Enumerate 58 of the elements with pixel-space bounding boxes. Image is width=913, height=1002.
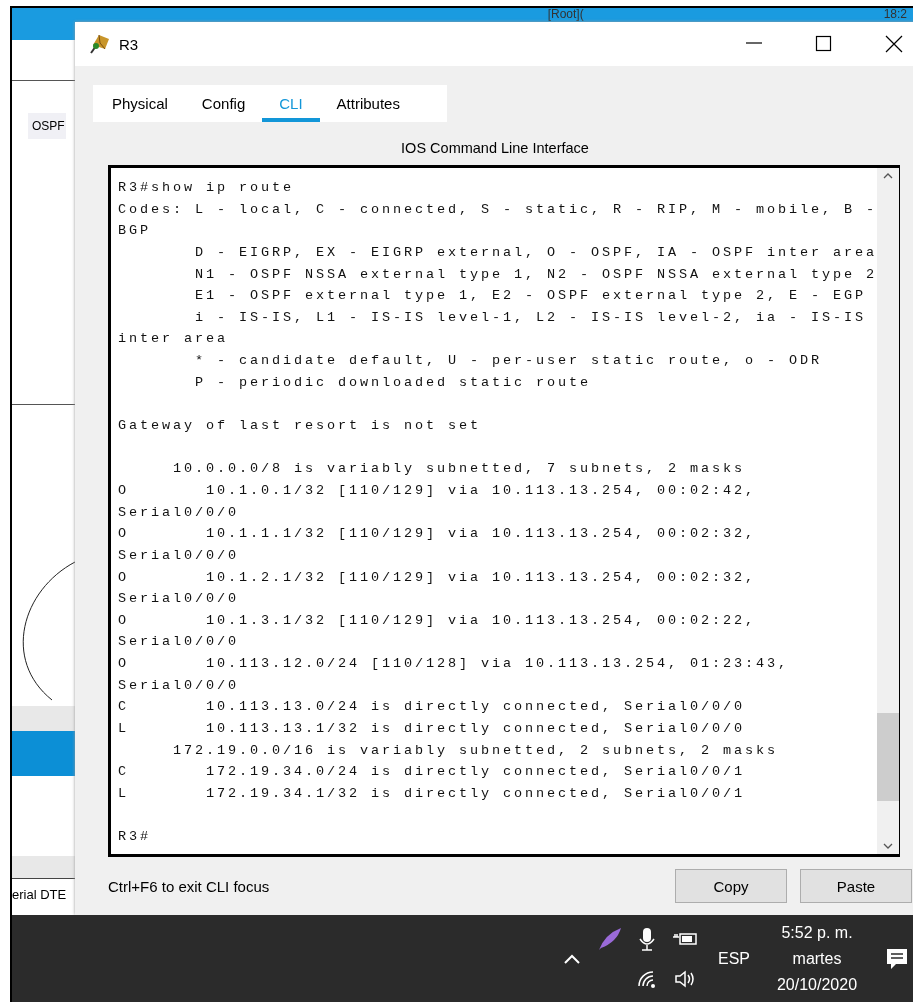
tab[interactable]: Attributes [319,85,417,122]
scrollbar[interactable] [877,168,900,854]
speaker-icon[interactable] [674,969,696,988]
terminal-line: Serial0/0/0 [118,633,240,652]
terminal-line: Gateway of last resort is not set [118,417,483,436]
terminal-line: 10.0.0.0/8 is variably subnetted, 7 subnets, 2 masks [172,460,747,479]
terminal-line: Serial0/0/0 [118,676,240,695]
close-icon[interactable] [885,35,903,53]
feather-icon[interactable] [597,925,623,952]
terminal-line: R3#show ip route [118,179,296,197]
bar-clock: 18:2 [883,8,907,23]
panel-label: OSPF [28,113,66,139]
terminal-line: O 10.1.2.1/32 [110/129] via 10.113.13.254, 00:02:32, [118,568,758,587]
focus-hint: Ctrl+F6 to exit CLI focus [108,877,271,895]
tab[interactable]: Physical [95,85,185,122]
window-title: R3 [119,35,140,53]
tab[interactable]: Config [184,85,263,122]
terminal-line: Serial0/0/0 [118,546,240,565]
terminal-line: Serial0/0/0 [118,503,240,522]
terminal-line: 172.19.0.0/16 is variably subnetted, 2 subnets, 2 masks [172,741,780,760]
terminal-line: N1 - OSPF NSSA external type 1, N2 - OSPF NSSA external type 2 [194,265,878,284]
clock-time[interactable]: 5:52 p. m. [781,923,853,942]
terminal-line: D - EIGRP, EX - EIGRP external, O - OSPF, IA - OSPF inter area [194,243,878,262]
terminal-line: i - IS-IS, L1 - IS-IS level-1, L2 - IS-IS level-2, ia - IS-IS [194,308,868,327]
terminal-line: O 10.113.12.0/24 [110/128] via 10.113.13.254, 01:23:43, [118,655,791,674]
scrollbar-thumb[interactable] [877,713,900,801]
router-icon [89,33,111,55]
cli-button[interactable]: Paste [800,869,912,903]
terminal-line: inter area [118,330,229,349]
cli-button[interactable]: Copy [675,869,787,903]
scroll-up-icon[interactable] [883,172,894,179]
terminal-line: * - candidate default, U - per-user static route, o - ODR [194,352,824,371]
terminal-line: O 10.1.1.1/32 [110/129] via 10.113.13.254, 00:02:32, [118,525,758,544]
terminal-line: O 10.1.0.1/32 [110/129] via 10.113.13.254, 00:02:42, [118,481,758,500]
notification-icon[interactable] [886,947,908,970]
bar-text: [Root]( [547,8,584,23]
microphone-icon[interactable] [639,926,655,951]
terminal-line: Serial0/0/0 [118,590,240,609]
clock-day[interactable]: martes [792,949,842,968]
terminal-line: E1 - OSPF external type 1, E2 - OSPF external type 2, E - EGP [194,287,868,306]
terminal-line: C 172.19.34.0/24 is directly connected, Serial0/0/1 [118,763,747,782]
clock-date[interactable]: 20/10/2020 [776,975,858,994]
maximize-icon[interactable] [815,35,833,53]
terminal-line: P - periodic downloaded static route [194,373,593,392]
port-label: erial DTE [12,887,68,902]
terminal-line: L 172.19.34.1/32 is directly connected, Serial0/0/1 [118,784,747,803]
language-indicator[interactable]: ESP [718,949,750,968]
wifi-icon[interactable] [637,969,657,988]
terminal-line: L 10.113.13.1/32 is directly connected, Serial0/0/0 [118,720,747,738]
terminal-line: C 10.113.13.0/24 is directly connected, Serial0/0/0 [118,698,747,717]
terminal-line: O 10.1.3.1/32 [110/129] via 10.113.13.254, 00:02:22, [118,611,758,630]
selected-strip [12,731,75,776]
terminal-line: BGP [118,222,152,241]
terminal-line: R3# [118,828,152,847]
terminal-line: Codes: L - local, C - connected, S - static, R - RIP, M - mobile, B - [118,200,878,219]
scroll-down-icon[interactable] [883,843,894,850]
panel-heading: IOS Command Line Interface [400,140,590,156]
chevron-up-icon[interactable] [563,952,581,965]
